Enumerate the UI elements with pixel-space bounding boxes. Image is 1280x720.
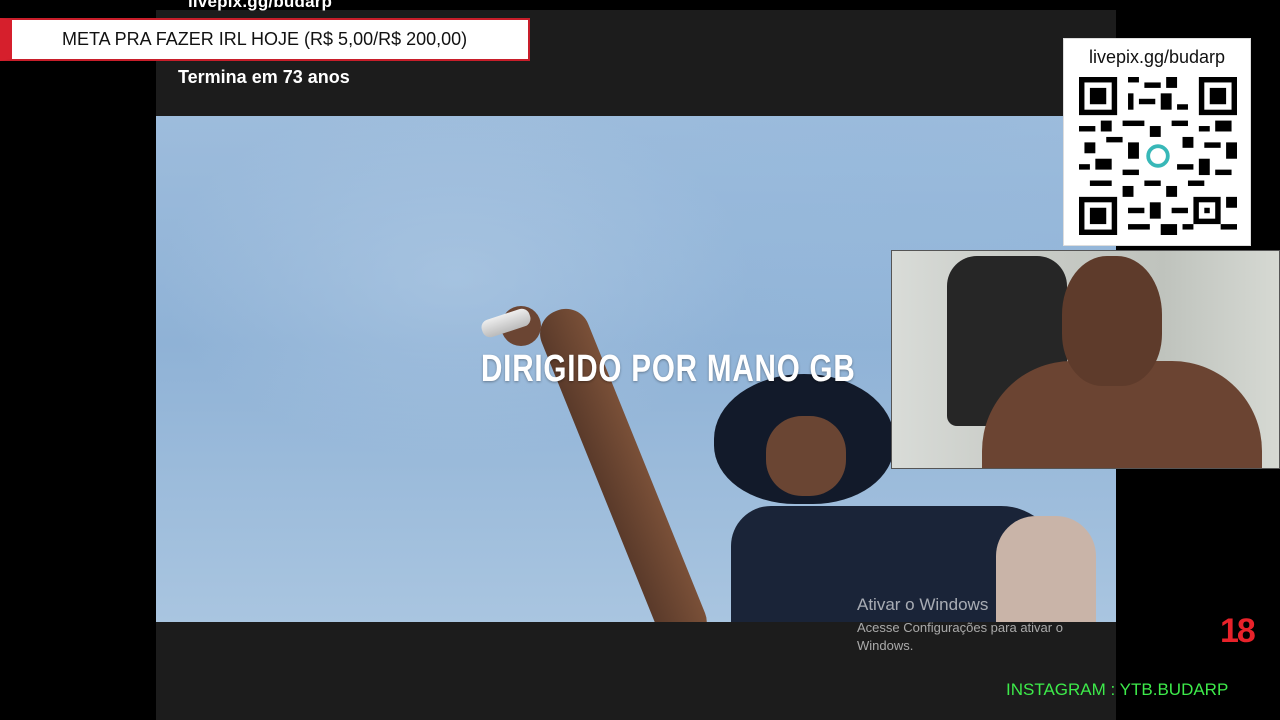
qr-code-card: livepix.gg/budarp (1063, 38, 1251, 246)
webcam-overlay (891, 250, 1280, 469)
webcam-person-head (1062, 256, 1162, 386)
watermark-title: Ativar o Windows (857, 595, 989, 614)
goal-countdown: Termina em 73 anos (178, 67, 350, 87)
top-url-text: livepix.gg/budarp (188, 0, 333, 11)
goal-text: META PRA FAZER IRL HOJE (R$ 5,00/R$ 200,… (62, 29, 468, 49)
donation-goal-bar: META PRA FAZER IRL HOJE (R$ 5,00/R$ 200,… (0, 18, 530, 61)
video-credit-text: DIRIGIDO POR MANO GB (481, 348, 856, 390)
qr-code-icon (1079, 77, 1237, 235)
scene-face (766, 416, 846, 496)
windows-activation-watermark: Ativar o Windows Acesse Configurações pa… (857, 595, 1087, 655)
qr-label: livepix.gg/budarp (1088, 47, 1226, 67)
age-rating-badge: 18 (1220, 612, 1256, 650)
watermark-subtitle: Acesse Configurações para ativar o Windo… (857, 620, 1063, 653)
instagram-handle: INSTAGRAM : YTB.BUDARP (1006, 680, 1229, 699)
